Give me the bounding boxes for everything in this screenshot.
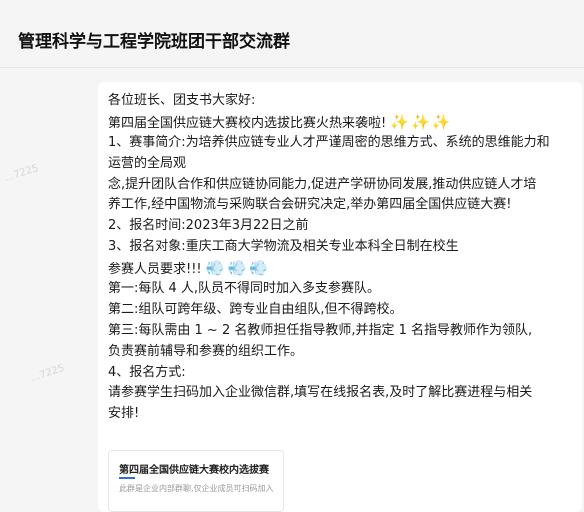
card-accent-bar <box>119 477 135 479</box>
watermark: ...7225 <box>3 162 40 185</box>
message-line: 念,提升团队合作和供应链协同能力,促进产学研协同发展,推动供应链人才培 <box>108 176 537 192</box>
chat-header: 管理科学与工程学院班团干部交流群 <box>0 0 584 68</box>
message-line: 安排! <box>108 406 140 422</box>
message-line: 第一:每队 4 人,队员不得同时加入多支参赛队。 <box>108 281 381 297</box>
message-line: 1、赛事简介:为培养供应链专业人才严谨周密的思维方式、系统的思维能力和 <box>108 134 550 150</box>
message-line: 第四届全国供应链大赛校内选拔比赛火热来袭啦! ✨✨✨ <box>108 112 574 133</box>
message-line: 2、报名时间:2023年3月22日之前 <box>108 218 309 234</box>
message-line: 养工作,经中国物流与采购联合会研究决定,举办第四届全国供应链大赛! <box>108 197 512 213</box>
message-line: 第二:组队可跨年级、跨专业自由组队,但不得跨校。 <box>108 301 403 317</box>
dash-wind-icon: 💨💨💨 <box>205 259 271 278</box>
watermark: ...7225 <box>29 362 66 385</box>
card-subtitle: 此群是企业内部群聊,仅企业成员可扫码加入 <box>119 484 274 493</box>
message-line: 运营的全局观 <box>108 155 187 171</box>
message-line: 3、报名对象:重庆工商大学物流及相关专业本科全日制在校生 <box>108 239 459 255</box>
message-line: 请参赛学生扫码加入企业微信群,填写在线报名表,及时了解比赛进程与相关 <box>108 385 533 401</box>
group-title: 管理科学与工程学院班团干部交流群 <box>18 32 290 52</box>
message-text: 各位班长、团支书大家好: 第四届全国供应链大赛校内选拔比赛火热来袭啦! ✨✨✨ … <box>108 91 574 425</box>
message-line: 参赛人员要求!!! 💨💨💨 <box>108 258 574 279</box>
message-line-text: 参赛人员要求!!! <box>108 262 202 278</box>
message-line: 4、报名方式: <box>108 364 186 380</box>
card-title: 第四届全国供应链大赛校内选拔赛 <box>119 465 269 476</box>
chat-area[interactable]: ...7225 ...7225 各位班长、团支书大家好: 第四届全国供应链大赛校… <box>0 68 584 512</box>
group-invite-card[interactable]: 第四届全国供应链大赛校内选拔赛 此群是企业内部群聊,仅企业成员可扫码加入 <box>108 450 284 512</box>
message-line: 负责赛前辅导和参赛的组织工作。 <box>108 343 304 359</box>
message-line-text: 第四届全国供应链大赛校内选拔比赛火热来袭啦! <box>108 115 387 131</box>
sparkles-icon: ✨✨✨ <box>390 112 453 131</box>
message-line: 第三:每队需由 1 ~ 2 名教师担任指导教师,并指定 1 名指导教师作为领队, <box>108 322 533 338</box>
message-bubble[interactable]: 各位班长、团支书大家好: 第四届全国供应链大赛校内选拔比赛火热来袭啦! ✨✨✨ … <box>98 82 582 512</box>
message-line: 各位班长、团支书大家好: <box>108 93 256 108</box>
